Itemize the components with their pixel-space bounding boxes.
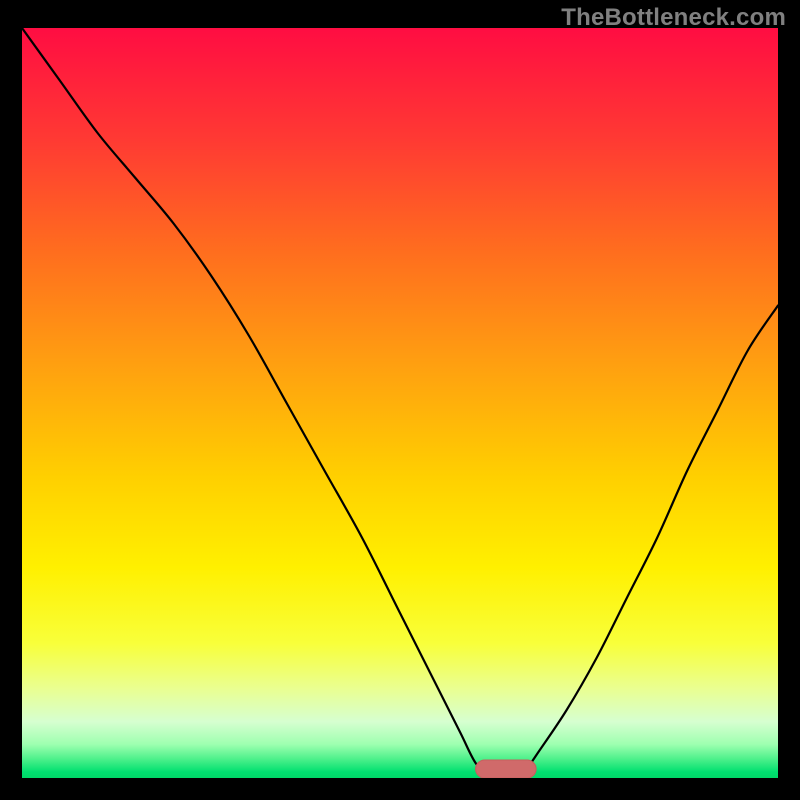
chart-frame: TheBottleneck.com (0, 0, 800, 800)
optimum-marker (476, 760, 536, 778)
bottleneck-chart (22, 28, 778, 778)
plot-background (22, 28, 778, 778)
